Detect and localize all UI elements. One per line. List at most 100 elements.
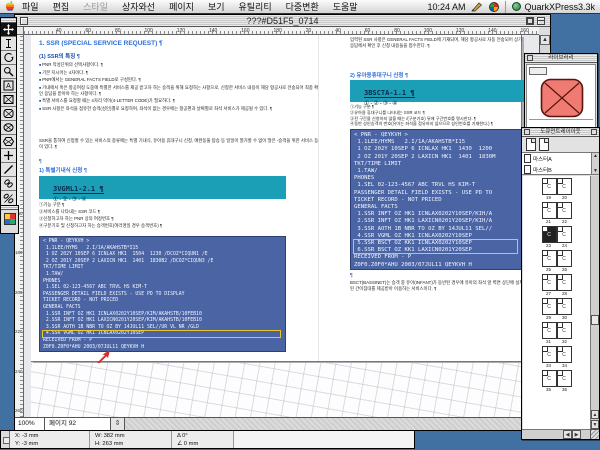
pen-icon[interactable] — [471, 2, 483, 12]
text-box-tool[interactable]: A — [1, 79, 16, 93]
size-fields[interactable]: W: 382 mm H: 263 mm — [90, 431, 172, 448]
layout-page-icon-30[interactable]: C — [557, 298, 572, 315]
x-position-value[interactable]: X: -3 mm — [15, 432, 84, 440]
color-ball-icon[interactable] — [489, 2, 499, 12]
master-page-label: 마스터A — [533, 155, 552, 163]
layout-palette-title-bar[interactable]: 도큐먼트레이아웃 — [522, 128, 599, 137]
terminal-line: 2 OZ 201Y 20SEP 2 LAXICN HK1 1401 1830M — [354, 154, 522, 161]
layout-page-icon-31[interactable]: C — [542, 322, 557, 339]
horizontal-scrollbar[interactable] — [125, 418, 539, 430]
height-value[interactable]: H: 263 mm — [95, 440, 166, 448]
library-palette-title: 라이브러리 — [548, 55, 573, 61]
menu-item[interactable]: 보기 — [201, 2, 232, 12]
palette-resize-handle[interactable] — [590, 429, 599, 439]
scroll-left-arrow[interactable]: ◀ — [563, 430, 572, 439]
link-tool[interactable] — [1, 177, 16, 191]
menu-item[interactable]: 편집 — [46, 2, 77, 12]
active-app[interactable]: QuarkXPress3.3k — [512, 2, 595, 12]
menu-item[interactable]: 스타일 — [76, 2, 115, 12]
master-page-row[interactable]: 마스터A — [522, 153, 599, 164]
content-tool[interactable] — [1, 37, 16, 51]
layout-page-icon-27[interactable]: C — [542, 274, 557, 291]
layout-page-icon-20[interactable]: C — [557, 178, 572, 195]
width-value[interactable]: W: 382 mm — [95, 432, 166, 440]
unlink-tool[interactable] — [1, 191, 16, 205]
page-number-field[interactable]: 페이지 92 — [45, 418, 111, 430]
layout-page-icon-32[interactable]: C — [557, 322, 572, 339]
zoom-percent-field[interactable]: 100% — [15, 418, 45, 430]
library-palette-title-bar[interactable]: 라이브러리 — [525, 54, 597, 63]
layout-page-icon-22[interactable]: C — [557, 202, 572, 219]
scroll-up-arrow[interactable]: ▲ — [592, 153, 599, 159]
terminal-line: Z0F0.Z0F0*AHU 2003/07JUL11 QEYKVH H — [43, 345, 285, 352]
rounded-picture-box-tool[interactable] — [1, 107, 16, 121]
menu-item[interactable]: 유틸리티 — [232, 2, 279, 12]
blank-single-page-icon[interactable] — [526, 138, 536, 151]
menu-item[interactable]: 상자와선 — [115, 2, 162, 12]
menu-item[interactable]: 페이지 — [162, 2, 201, 12]
blank-facing-page-icon[interactable] — [539, 138, 549, 151]
text-line: SSR 사항은 좌석을 점유한 승객(성인)별로 요청하며, 좌석이 없는 경우… — [39, 106, 319, 113]
layout-page-icon-23[interactable]: C — [542, 226, 557, 243]
scroll-right-arrow[interactable]: ▶ — [572, 430, 581, 439]
layout-page-icon-19[interactable]: C — [542, 178, 557, 195]
library-label-popup[interactable] — [529, 67, 547, 75]
layout-page-icon-36[interactable]: C — [557, 370, 572, 387]
item-tool[interactable] — [1, 23, 16, 37]
master-list-scrollbar[interactable]: ▲▼ — [591, 153, 599, 174]
window-title-bar[interactable]: ???#D51F5_0714 — [15, 15, 550, 27]
layout-page-icon-28[interactable]: C — [557, 274, 572, 291]
layout-page-icon-24[interactable]: C — [557, 226, 572, 243]
zoom-tool[interactable] — [1, 65, 16, 79]
terminal-line: < PNR - QEYKVH > — [354, 132, 522, 139]
y-position-value[interactable]: Y: -3 mm — [15, 440, 84, 448]
measurements-palette-grip[interactable] — [1, 431, 10, 448]
library-picture-box-item[interactable] — [540, 78, 584, 118]
ruler-label: 120 — [177, 27, 185, 35]
layout-page-icon-34[interactable]: C — [557, 346, 572, 363]
scroll-down-arrow[interactable]: ▼ — [592, 168, 599, 174]
bassinet-description: BSCT(BASSINET)는 승객 중 유아(INFANT)가 동반된 경우에… — [350, 280, 526, 292]
mini-window-title-bar — [1, 206, 18, 210]
layout-page-icon-33[interactable]: C — [542, 346, 557, 363]
menu-item[interactable]: 파일 — [15, 2, 46, 12]
layout-page-icon-29[interactable]: C — [542, 298, 557, 315]
orthogonal-line-tool[interactable] — [1, 149, 16, 163]
rotation-tool[interactable] — [1, 51, 16, 65]
palette-close-box[interactable] — [527, 55, 533, 61]
apple-logo-icon[interactable] — [5, 1, 15, 12]
horizontal-ruler: 4060801001201401601802040608010012014016… — [24, 27, 539, 35]
menu-item[interactable]: 도움말 — [326, 2, 365, 12]
scroll-up-arrow[interactable]: ▲ — [591, 410, 599, 419]
window-zoom-box[interactable] — [526, 17, 534, 25]
layout-page-icon-26[interactable]: C — [557, 250, 572, 267]
background-mini-window[interactable] — [0, 205, 19, 234]
terminal-line: 4.SSR VGML OZ HK1 ICNLAX0202Y10SEP — [354, 233, 522, 240]
layout-page-icon-21[interactable]: C — [542, 202, 557, 219]
scroll-down-arrow[interactable]: ▼ — [591, 420, 599, 429]
scroll-up-arrow[interactable]: ▲ — [540, 35, 550, 45]
position-fields[interactable]: X: -3 mm Y: -3 mm — [10, 431, 90, 448]
page-spread[interactable]: 1. SSR (SPECIAL SERVICE REQUEST) ¶ (1) S… — [31, 35, 522, 362]
palette-close-box[interactable] — [524, 129, 530, 135]
rectangle-picture-box-tool[interactable] — [1, 93, 16, 107]
angle-fields[interactable]: Δ 0° ∠ 0 mm — [172, 431, 234, 448]
oval-picture-box-tool[interactable] — [1, 121, 16, 135]
page-grabber-icon[interactable]: ⇕ — [111, 418, 125, 430]
line-tool[interactable] — [1, 163, 16, 177]
polygon-picture-box-tool[interactable] — [1, 135, 16, 149]
master-page-row[interactable]: 마스터B — [522, 164, 599, 175]
menu-item[interactable]: 다중변환 — [279, 2, 326, 12]
palette-zoom-box[interactable] — [591, 129, 597, 135]
corner-radius-value[interactable]: ∠ 0 mm — [177, 440, 228, 448]
scrollbar-thumb[interactable] — [591, 315, 599, 325]
layout-page-icon-35[interactable]: C — [542, 370, 557, 387]
rotation-angle-value[interactable]: Δ 0° — [177, 432, 228, 440]
layout-vertical-scrollbar[interactable]: ▲ ▼ — [590, 176, 599, 429]
layout-page-icon-25[interactable]: C — [542, 250, 557, 267]
window-collapse-box[interactable] — [537, 17, 545, 25]
master-page-list: 마스터A마스터B ▲▼ — [522, 153, 599, 175]
text-line: ④동반 성인승객의 번호(유아는 좌석을 점유하지 않으므로 성인번호를 기재한… — [350, 121, 526, 127]
text-line: ④구분기호 및 신청하고자 하는 승객번호(여러명일 경우 승객번호) ¶ — [39, 222, 319, 229]
layout-horizontal-scrollbar[interactable]: ◀ ▶ — [522, 429, 590, 439]
